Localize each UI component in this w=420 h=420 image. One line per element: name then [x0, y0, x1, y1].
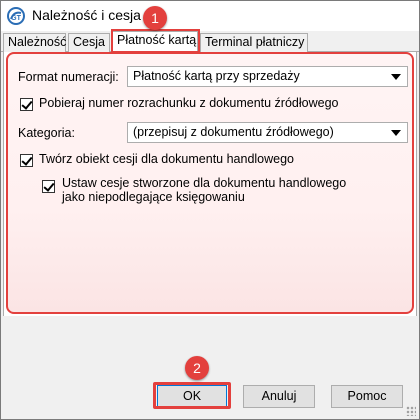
format-select[interactable]: Płatność kartą przy sprzedaży [127, 66, 408, 87]
category-select-value: (przepisuj z dokumentu źródłowego) [133, 125, 334, 139]
help-button[interactable]: Pomoc [331, 385, 403, 408]
tab-cesja[interactable]: Cesja [68, 33, 110, 52]
chevron-down-icon [391, 130, 401, 136]
app-logo-icon: GT [7, 7, 25, 25]
independent-label-line2: jako niepodlegające księgowaniu [62, 190, 245, 204]
format-select-value: Płatność kartą przy sprzedaży [133, 69, 300, 83]
svg-text:GT: GT [11, 15, 21, 22]
fetch-number-checkbox[interactable] [20, 98, 33, 111]
resize-grip-icon[interactable] [406, 406, 416, 416]
fetch-number-label: Pobieraj numer rozrachunku z dokumentu ź… [39, 96, 339, 110]
category-select[interactable]: (przepisuj z dokumentu źródłowego) [127, 122, 408, 143]
dialog-window: GT Należność i cesja Należność Cesja Pła… [0, 0, 420, 420]
cancel-button[interactable]: Anuluj [243, 385, 315, 408]
title-bar: GT Należność i cesja [1, 1, 419, 31]
tab-naleznosc[interactable]: Należność [3, 33, 66, 52]
ok-highlight-frame [153, 382, 231, 409]
category-label: Kategoria: [18, 126, 75, 140]
create-cession-label: Twórz obiekt cesji dla dokumentu handlow… [39, 152, 295, 166]
tab-terminal-platniczy[interactable]: Terminal płatniczy [200, 33, 308, 52]
step-badge-2: 2 [185, 356, 209, 380]
create-cession-checkbox[interactable] [20, 154, 33, 167]
tab-strip: Należność Cesja Płatność kartą Terminal … [1, 31, 419, 53]
format-label: Format numeracji: [18, 70, 119, 84]
tab-panel: Format numeracji: Płatność kartą przy sp… [3, 52, 417, 316]
independent-checkbox[interactable] [42, 180, 55, 193]
step-badge-1: 1 [143, 6, 167, 30]
window-title: Należność i cesja [32, 7, 141, 23]
chevron-down-icon [391, 74, 401, 80]
independent-label-line1: Ustaw cesje stworzone dla dokumentu hand… [62, 176, 347, 190]
tab-highlight-frame [111, 29, 200, 53]
